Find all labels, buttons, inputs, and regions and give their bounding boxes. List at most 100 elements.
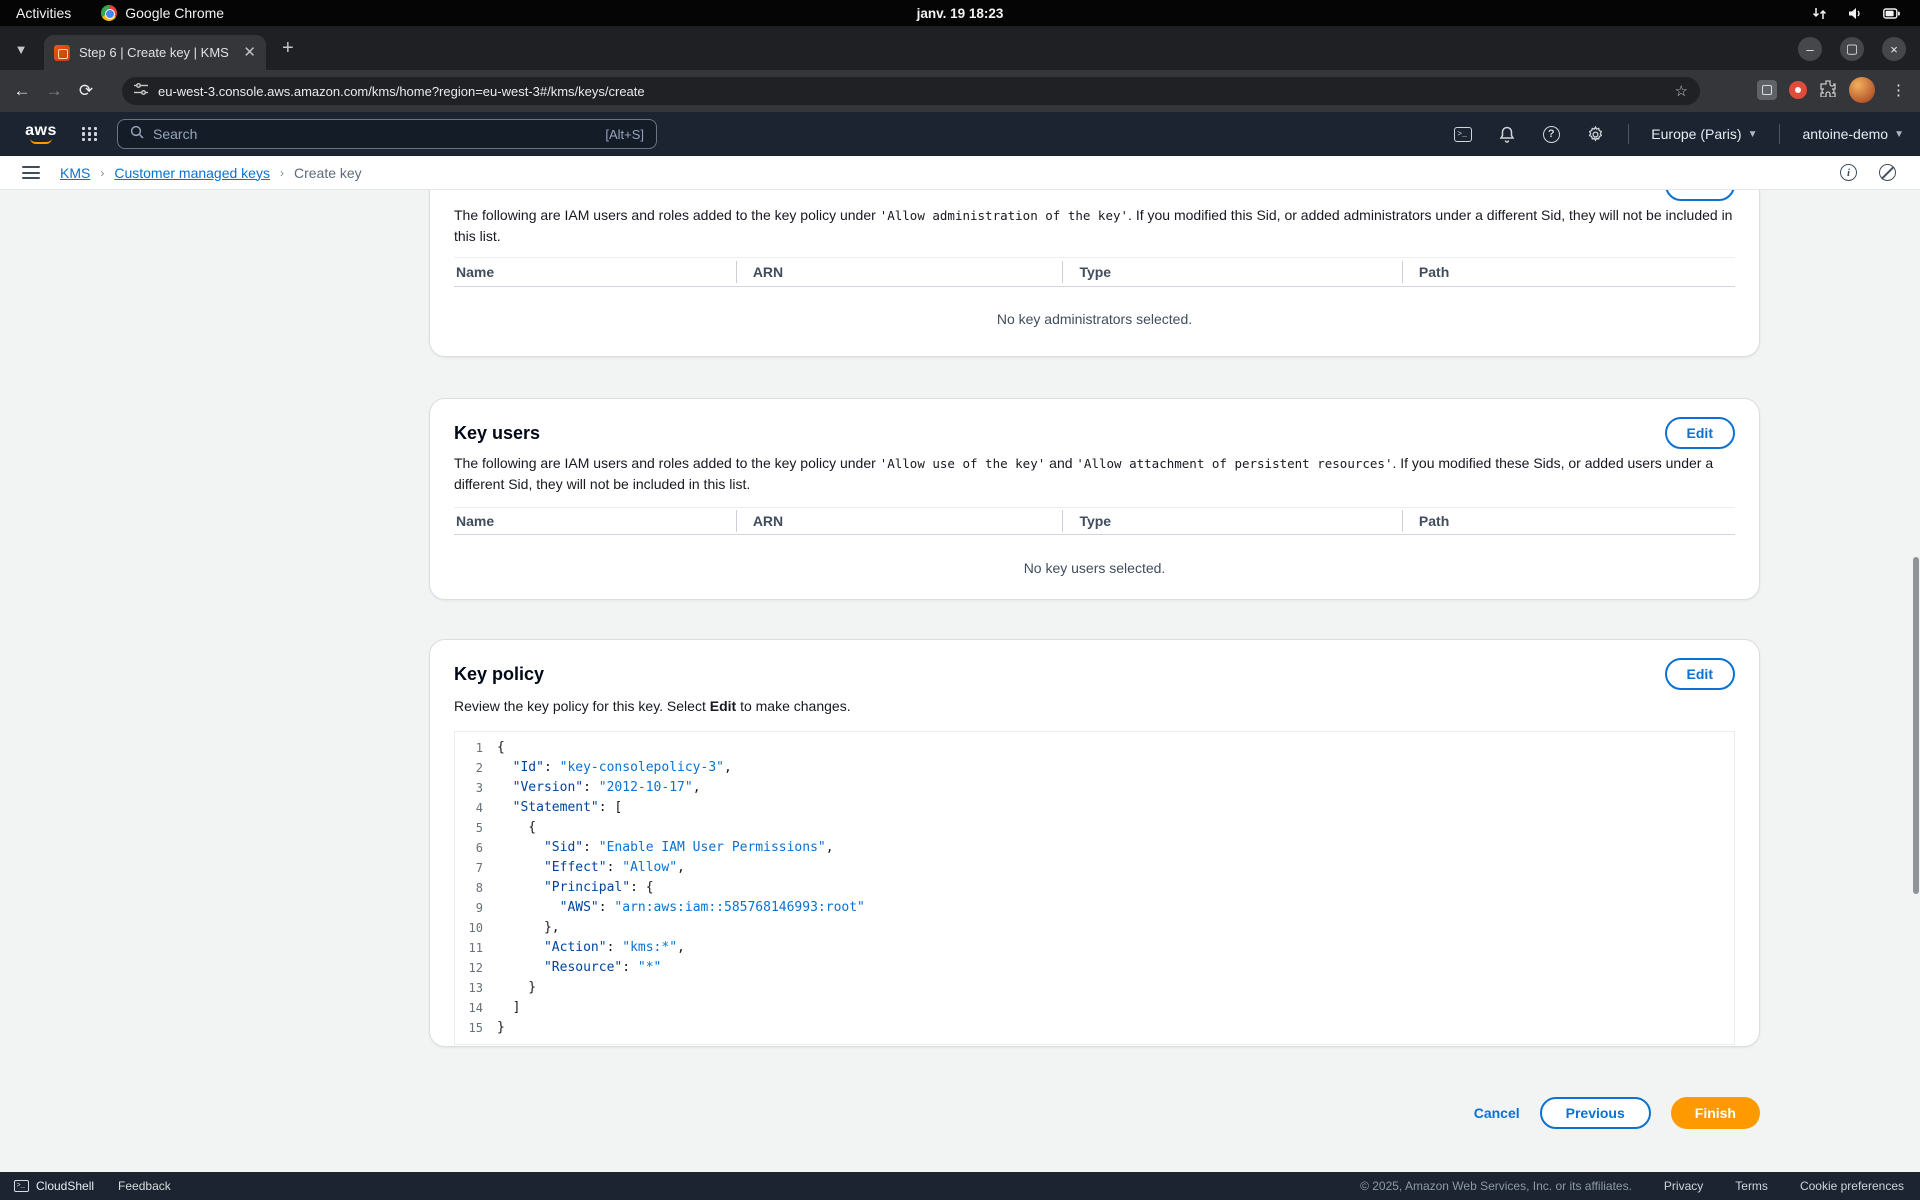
tab-title: Step 6 | Create key | KMS xyxy=(79,45,234,60)
bookmark-star-icon[interactable]: ☆ xyxy=(1675,82,1688,100)
column-header-type: Type xyxy=(1062,510,1401,532)
region-label: Europe (Paris) xyxy=(1651,126,1741,142)
power-icon[interactable] xyxy=(1880,2,1902,24)
policy-code-viewer: 1{2 "Id": "key-consolepolicy-3",3 "Versi… xyxy=(454,731,1735,1045)
cookie-preferences-link[interactable]: Cookie preferences xyxy=(1800,1179,1904,1193)
key-administrators-section: Edit The following are IAM users and rol… xyxy=(429,190,1760,357)
finish-button[interactable]: Finish xyxy=(1671,1097,1760,1129)
column-header-arn: ARN xyxy=(736,261,1063,283)
breadcrumb: KMS › Customer managed keys › Create key xyxy=(60,165,362,181)
aws-smile-icon xyxy=(30,138,52,144)
section-title: Key users xyxy=(454,423,540,444)
window-minimize-button[interactable]: – xyxy=(1798,37,1822,61)
copyright-text: © 2025, Amazon Web Services, Inc. or its… xyxy=(1360,1179,1632,1193)
help-icon[interactable]: ? xyxy=(1540,123,1562,145)
network-icon[interactable] xyxy=(1808,2,1830,24)
key-users-description: The following are IAM users and roles ad… xyxy=(454,453,1735,495)
tab-search-icon[interactable]: ▼ xyxy=(10,38,32,60)
system-bar: Activities Google Chrome janv. 19 18:23 xyxy=(0,0,1920,26)
cancel-button[interactable]: Cancel xyxy=(1474,1105,1520,1121)
console-footer-bar: >_ CloudShell Feedback © 2025, Amazon We… xyxy=(0,1172,1920,1200)
column-header-path: Path xyxy=(1402,261,1735,283)
cloudshell-label: CloudShell xyxy=(36,1179,94,1193)
search-input[interactable] xyxy=(153,126,596,142)
edit-key-users-button[interactable]: Edit xyxy=(1665,417,1735,449)
window-maximize-button[interactable]: ▢ xyxy=(1840,37,1864,61)
chrome-logo-icon xyxy=(101,5,117,21)
column-header-arn: ARN xyxy=(736,510,1063,532)
reload-button[interactable]: ⟳ xyxy=(70,75,102,107)
key-administrators-description: The following are IAM users and roles ad… xyxy=(454,205,1735,247)
inline-code: 'Allow administration of the key' xyxy=(880,208,1128,223)
info-icon[interactable]: i xyxy=(1840,164,1857,181)
inline-code: 'Allow attachment of persistent resource… xyxy=(1076,456,1392,471)
profile-avatar[interactable] xyxy=(1849,77,1875,103)
services-grid-icon[interactable] xyxy=(82,127,97,142)
browser-menu-icon[interactable]: ⋮ xyxy=(1887,81,1910,99)
breadcrumb-kms-link[interactable]: KMS xyxy=(60,165,90,181)
empty-state-text: No key users selected. xyxy=(454,560,1735,576)
active-app-indicator[interactable]: Google Chrome xyxy=(101,5,224,21)
aws-console-header: aws [Alt+S] >_ ? Europe (Paris) ▼ antoin… xyxy=(0,112,1920,156)
extension-icon-1[interactable] xyxy=(1757,80,1777,100)
table-header-row: Name ARN Type Path xyxy=(454,507,1735,535)
activities-button[interactable]: Activities xyxy=(16,5,71,21)
url-text[interactable]: eu-west-3.console.aws.amazon.com/kms/hom… xyxy=(158,84,1665,99)
wizard-actions: Cancel Previous Finish xyxy=(429,1097,1760,1129)
chevron-down-icon: ▼ xyxy=(1894,129,1904,140)
terms-link[interactable]: Terms xyxy=(1735,1179,1768,1193)
column-header-name: Name xyxy=(454,513,736,529)
forward-button[interactable]: → xyxy=(38,75,70,107)
window-close-button[interactable]: × xyxy=(1882,37,1906,61)
policy-code-lines: 1{2 "Id": "key-consolepolicy-3",3 "Versi… xyxy=(455,738,1734,1038)
page-content: Edit The following are IAM users and rol… xyxy=(0,190,1920,1172)
region-selector[interactable]: Europe (Paris) ▼ xyxy=(1651,126,1757,142)
key-administrators-table: Name ARN Type Path No key administrators… xyxy=(454,257,1735,327)
header-divider xyxy=(1779,124,1780,144)
header-divider xyxy=(1628,124,1629,144)
cloudshell-footer-button[interactable]: >_ CloudShell xyxy=(14,1179,94,1193)
edit-key-administrators-button[interactable]: Edit xyxy=(1665,190,1735,201)
circle-slash-icon[interactable] xyxy=(1879,164,1896,181)
site-settings-icon[interactable] xyxy=(134,82,148,100)
breadcrumb-separator: › xyxy=(280,166,284,180)
previous-button[interactable]: Previous xyxy=(1540,1097,1651,1129)
active-app-label: Google Chrome xyxy=(125,5,224,21)
privacy-link[interactable]: Privacy xyxy=(1664,1179,1703,1193)
side-nav-menu-icon[interactable] xyxy=(22,166,40,179)
tab-favicon-icon xyxy=(54,45,70,61)
edit-key-policy-button[interactable]: Edit xyxy=(1665,658,1735,690)
breadcrumb-separator: › xyxy=(100,166,104,180)
breadcrumb-bar: KMS › Customer managed keys › Create key… xyxy=(0,156,1920,190)
extensions-puzzle-icon[interactable] xyxy=(1819,79,1837,102)
account-label: antoine-demo xyxy=(1802,126,1888,142)
table-header-row: Name ARN Type Path xyxy=(454,257,1735,287)
inline-code: 'Allow use of the key' xyxy=(880,456,1046,471)
browser-toolbar: ← → ⟳ eu-west-3.console.aws.amazon.com/k… xyxy=(0,70,1920,112)
scrollbar-thumb[interactable] xyxy=(1913,557,1919,894)
terminal-icon: >_ xyxy=(14,1180,29,1192)
cloudshell-icon[interactable]: >_ xyxy=(1452,123,1474,145)
new-tab-button[interactable]: + xyxy=(282,39,294,57)
aws-logo-text: aws xyxy=(25,124,57,138)
feedback-button[interactable]: Feedback xyxy=(118,1179,171,1193)
aws-logo[interactable]: aws xyxy=(22,124,60,144)
console-search[interactable]: [Alt+S] xyxy=(117,119,657,149)
back-button[interactable]: ← xyxy=(6,75,38,107)
column-header-path: Path xyxy=(1402,510,1735,532)
tab-close-icon[interactable]: ✕ xyxy=(243,45,256,60)
empty-state-text: No key administrators selected. xyxy=(454,311,1735,327)
browser-tab-bar: ▼ Step 6 | Create key | KMS ✕ + – ▢ × xyxy=(0,26,1920,70)
system-clock[interactable]: janv. 19 18:23 xyxy=(917,6,1004,21)
account-menu[interactable]: antoine-demo ▼ xyxy=(1802,126,1904,142)
settings-gear-icon[interactable] xyxy=(1584,123,1606,145)
column-header-name: Name xyxy=(454,264,736,280)
breadcrumb-cmk-link[interactable]: Customer managed keys xyxy=(114,165,270,181)
notifications-bell-icon[interactable] xyxy=(1496,123,1518,145)
volume-icon[interactable] xyxy=(1844,2,1866,24)
search-icon xyxy=(130,125,144,144)
key-users-section: Key users Edit The following are IAM use… xyxy=(429,398,1760,600)
browser-tab[interactable]: Step 6 | Create key | KMS ✕ xyxy=(44,35,266,70)
address-bar[interactable]: eu-west-3.console.aws.amazon.com/kms/hom… xyxy=(122,77,1700,105)
extension-icon-2[interactable] xyxy=(1789,81,1807,99)
